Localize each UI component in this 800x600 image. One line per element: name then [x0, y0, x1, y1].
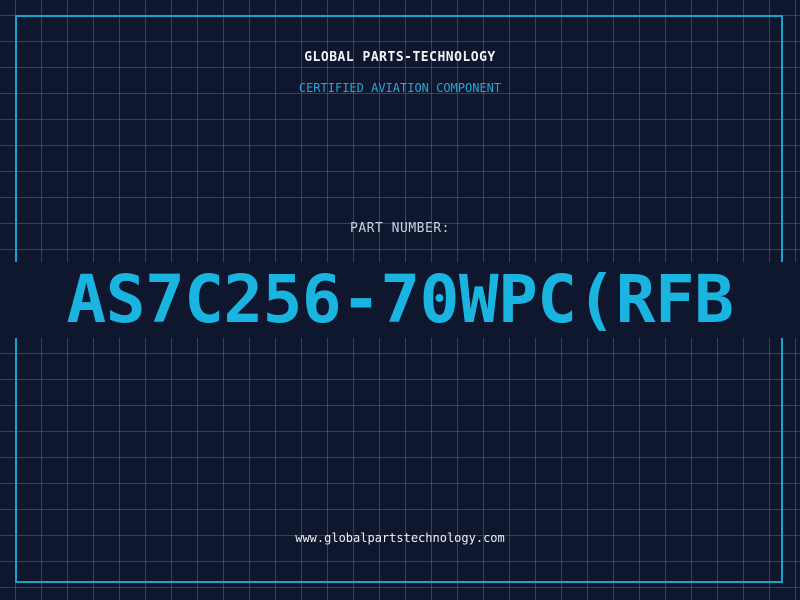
- website-url: www.globalpartstechnology.com: [295, 531, 505, 545]
- part-number-value: AS7C256-70WPC(RFB: [66, 262, 734, 338]
- certification-subtitle: CERTIFIED AVIATION COMPONENT: [298, 81, 502, 95]
- certificate-card: GLOBAL PARTS-TECHNOLOGY CERTIFIED AVIATI…: [0, 0, 800, 600]
- company-name: GLOBAL PARTS-TECHNOLOGY: [304, 50, 496, 65]
- part-number-label: PART NUMBER:: [350, 221, 450, 236]
